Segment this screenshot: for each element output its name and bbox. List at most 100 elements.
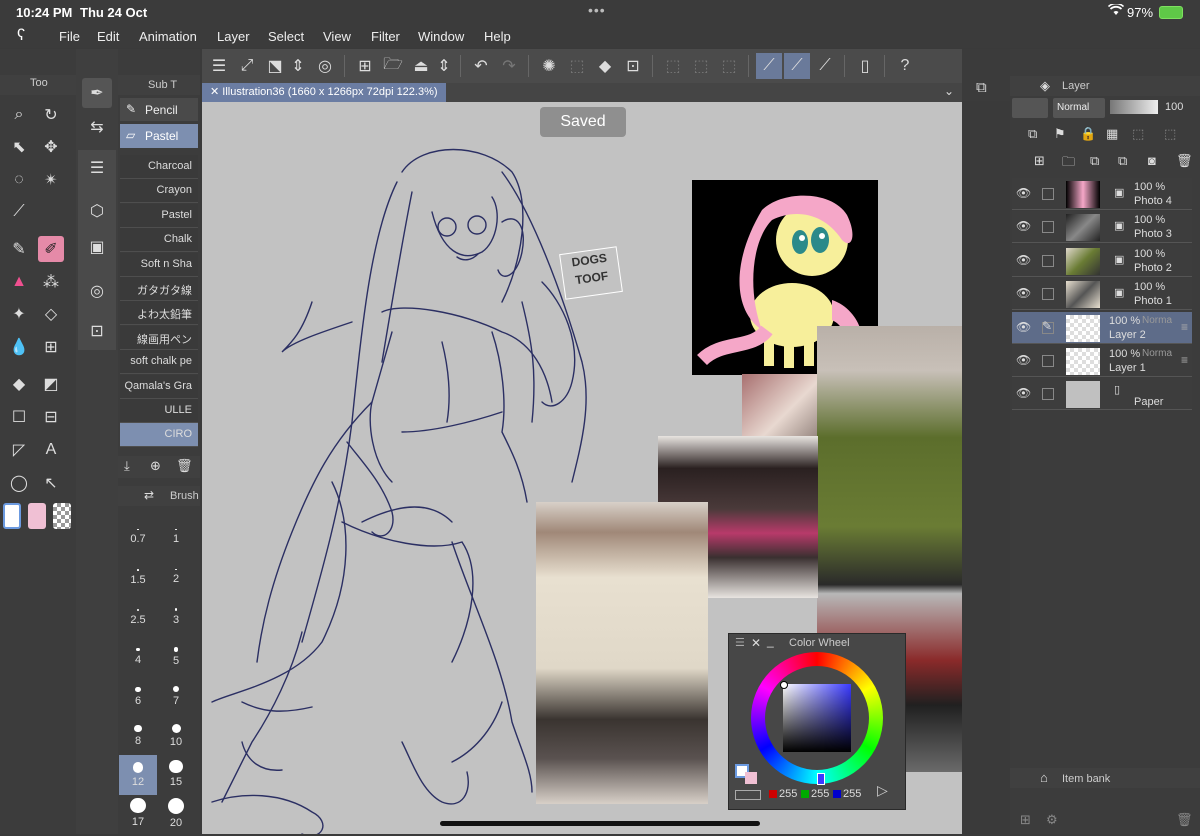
sv-picker-handle[interactable] [780, 681, 788, 689]
layer-row[interactable]: 👁 ▣ 100 % Photo 3 [1012, 211, 1192, 244]
device-icon[interactable]: ▯ [852, 53, 878, 79]
menu-filter[interactable]: Filter [371, 29, 400, 44]
brush-size-cell[interactable]: 20 [157, 796, 195, 836]
material-icon[interactable]: ⬡ [84, 198, 110, 224]
brush-size-cell[interactable]: 1.5 [119, 553, 157, 593]
brush-tool-group-icon[interactable]: ✒ [82, 78, 112, 108]
eye-icon[interactable]: 👁 [1016, 353, 1031, 367]
figure-rectangle-icon[interactable]: ☐ [6, 404, 32, 430]
layer-menu-icon[interactable]: ≡ [1181, 353, 1188, 367]
stabilizer-icon[interactable]: ⟋ [756, 53, 782, 79]
subtool-tab-label[interactable]: Sub T [148, 79, 177, 91]
sub-color-swatch[interactable] [28, 503, 46, 529]
gradient-icon[interactable]: ◩ [38, 371, 64, 397]
tool-tab-label[interactable]: Too [30, 77, 48, 89]
fit-screen-icon[interactable]: ⤢ [234, 53, 260, 79]
loading-icon[interactable]: ✺ [536, 53, 562, 79]
eraser-icon[interactable]: ◇ [38, 301, 64, 327]
brush-item[interactable]: Chalk [120, 228, 198, 253]
brush-item[interactable]: ガタガタ線 [120, 277, 198, 301]
duplicate-brush-icon[interactable]: ⊕ [150, 458, 161, 474]
layer-tab-label[interactable]: Layer [1062, 80, 1090, 92]
brush-size-cell[interactable]: 8 [119, 715, 157, 755]
eye-icon[interactable]: 👁 [1016, 286, 1031, 300]
menu-view[interactable]: View [323, 29, 351, 44]
chevron-down-icon[interactable]: ⌄ [944, 84, 954, 98]
sub-color-chip[interactable] [745, 772, 757, 784]
pastel-tool-icon[interactable]: ✐ [38, 236, 64, 262]
color-mode-icon[interactable] [735, 790, 761, 800]
brush-size-cell[interactable]: 0.7 [119, 512, 157, 552]
menu-animation[interactable]: Animation [139, 29, 197, 44]
layer-row[interactable]: 👁 100 % Norma Layer 1 ≡ [1012, 345, 1192, 377]
fill-bucket-icon[interactable]: ◆ [6, 371, 32, 397]
brush-item[interactable]: Crayon [120, 179, 198, 204]
lasso-icon[interactable]: ◌ [6, 167, 32, 193]
selection-border-icon[interactable]: ⬚ [716, 53, 742, 79]
brush-size-cell[interactable]: 1 [157, 512, 195, 552]
hamburger-menu-icon[interactable]: ☰ [206, 53, 232, 79]
multitask-dots-icon[interactable]: ••• [588, 2, 606, 18]
subtool-group-pastel[interactable]: ▱ Pastel [120, 124, 198, 148]
canvas-window-icon[interactable]: ⧉ [976, 79, 987, 96]
brush-size-cell[interactable]: 2.5 [119, 593, 157, 633]
saturation-value-square[interactable] [783, 684, 851, 752]
close-tab-icon[interactable]: ✕ [210, 86, 222, 98]
brush-item[interactable]: Pastel [120, 203, 198, 228]
layer-checkbox[interactable] [1042, 254, 1054, 267]
sync-icon[interactable]: ⇆ [82, 112, 112, 142]
layer-checkbox[interactable] [1042, 388, 1054, 401]
merge-down-icon[interactable]: ⧉ [1118, 153, 1127, 169]
layer-checkbox[interactable] [1042, 355, 1054, 367]
clip-layer-icon[interactable]: ⧉ [1028, 126, 1037, 142]
layer-property-select[interactable] [1012, 98, 1048, 118]
layer-row[interactable]: 👁 ▯ Paper [1012, 378, 1192, 411]
opacity-slider[interactable] [1110, 100, 1158, 114]
save-brush-icon[interactable]: ⤓ [124, 458, 130, 474]
blend-mode-select[interactable]: Normal [1053, 98, 1105, 118]
magic-wand-icon[interactable]: ✴ [38, 167, 64, 193]
sparkle-decoration-icon[interactable]: ✦ [6, 301, 32, 327]
canvas-tab[interactable]: ✕ Illustration36 (1660 x 1266px 72dpi 12… [202, 83, 446, 102]
mask-enable-icon[interactable]: ⬚ [1164, 126, 1176, 142]
reference-photo-lace-top[interactable] [536, 502, 708, 804]
brush-size-cell[interactable]: 17 [119, 796, 157, 836]
pen-pressure-icon[interactable]: ⟋ [784, 53, 810, 79]
slider-settings-icon[interactable]: ☰ [84, 155, 110, 181]
export-updown-icon[interactable]: ⇕ [436, 53, 452, 79]
layer-row[interactable]: 👁 ✎ 100 % Norma Layer 2 ≡ [1012, 311, 1192, 344]
mask-create-icon[interactable]: ◙ [1148, 153, 1156, 168]
close-icon[interactable]: ✕ [751, 636, 761, 650]
brush-size-cell[interactable]: 12 [119, 755, 157, 795]
item-bank-label[interactable]: Item bank [1062, 773, 1110, 785]
subtool-group-pencil[interactable]: ✎ Pencil [120, 98, 198, 121]
new-raster-layer-icon[interactable]: ⊞ [1034, 153, 1045, 169]
brush-size-cell[interactable]: 2 [157, 553, 195, 593]
settings-icon[interactable]: ⚙ [1046, 812, 1058, 828]
open-folder-icon[interactable]: 🗁 [380, 53, 406, 79]
history-icon[interactable]: ◎ [84, 278, 110, 304]
redo-icon[interactable]: ↷ [496, 53, 522, 79]
clip-studio-logo-icon[interactable]: ʕ [17, 27, 25, 45]
grid-icon[interactable]: ⊞ [38, 334, 64, 360]
ruler-icon[interactable]: ◸ [6, 437, 32, 463]
menu-select[interactable]: Select [268, 29, 304, 44]
menu-help[interactable]: Help [484, 29, 511, 44]
eye-icon[interactable]: 👁 [1016, 186, 1031, 200]
undo-icon[interactable]: ↶ [468, 53, 494, 79]
rotate-icon[interactable]: ↻ [38, 102, 64, 128]
delete-layer-icon[interactable]: 🗑 [1176, 153, 1193, 169]
layer-row[interactable]: 👁 ▣ 100 % Photo 2 [1012, 244, 1192, 277]
brush-size-cell[interactable]: 15 [157, 755, 195, 795]
zoom-icon[interactable]: ⌕ [6, 102, 32, 128]
eye-icon[interactable]: 👁 [1016, 253, 1031, 267]
updown-icon[interactable]: ⇕ [290, 53, 306, 79]
home-indicator[interactable] [440, 821, 760, 826]
hue-picker-handle[interactable] [817, 773, 825, 785]
delete-brush-icon[interactable]: 🗑 [176, 458, 193, 474]
text-icon[interactable]: A [38, 437, 64, 463]
brush-size-cell[interactable]: 7 [157, 674, 195, 714]
transfer-down-icon[interactable]: ⧉ [1090, 153, 1099, 169]
eye-icon[interactable]: 👁 [1016, 386, 1031, 400]
brush-item[interactable]: Qamala's Gra [120, 374, 198, 399]
